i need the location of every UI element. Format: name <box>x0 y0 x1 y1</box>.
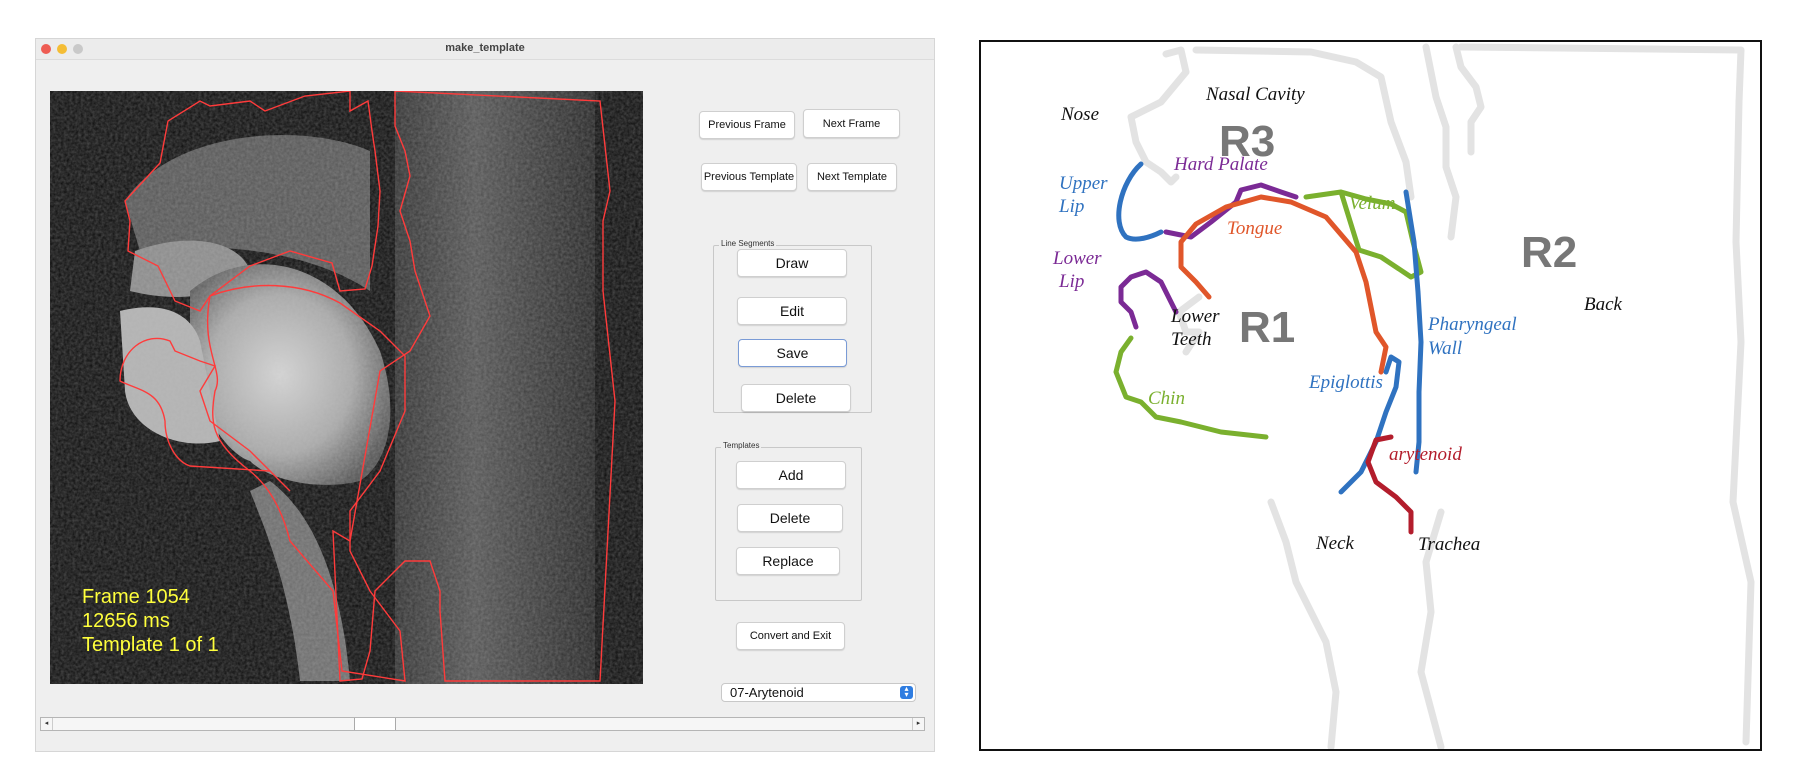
label-nasal-cavity: Nasal Cavity <box>1205 84 1305 105</box>
templates-label: Templates <box>721 441 762 450</box>
region-r2: R2 <box>1521 228 1577 277</box>
line-segments-label: Line Segments <box>719 239 777 248</box>
label-neck: Neck <box>1315 533 1355 554</box>
title-bar: make_template <box>36 39 934 60</box>
region-r1: R1 <box>1239 303 1295 352</box>
chin-contour <box>1113 335 1269 440</box>
convert-and-exit-button[interactable]: Convert and Exit <box>736 622 845 650</box>
label-lower-teeth-2: Teeth <box>1171 329 1211 350</box>
template-index-text: Template 1 of 1 <box>82 634 219 656</box>
label-velum: Velum <box>1349 193 1395 214</box>
label-tongue: Tongue <box>1227 218 1282 239</box>
frame-info-overlay: Frame 1054 12656 ms Template 1 of 1 <box>82 585 219 657</box>
lower-lip-contour <box>1118 269 1179 330</box>
frame-scrollbar[interactable]: ◂ ▸ <box>40 717 925 731</box>
frame-time-text: 12656 ms <box>82 610 170 632</box>
label-upper-lip-2: Lip <box>1058 196 1084 217</box>
save-button[interactable]: Save <box>738 339 847 367</box>
label-nose: Nose <box>1060 104 1099 125</box>
replace-template-button[interactable]: Replace <box>736 547 840 575</box>
label-lower-teeth-1: Lower <box>1170 306 1220 327</box>
vocal-tract-diagram: R3 R2 R1 Nasal Cavity Nose Hard Palate U… <box>979 40 1762 751</box>
delete-segment-button[interactable]: Delete <box>741 384 851 412</box>
edit-button[interactable]: Edit <box>737 297 847 325</box>
label-chin: Chin <box>1148 388 1185 409</box>
frame-number-text: Frame 1054 <box>82 586 190 608</box>
next-template-button[interactable]: Next Template <box>807 163 897 191</box>
scroll-left-icon[interactable]: ◂ <box>41 718 53 730</box>
app-window: make_template Frame 1054 12656 ms Templa… <box>35 38 935 752</box>
window-title: make_template <box>445 42 525 54</box>
mri-image-view[interactable]: Frame 1054 12656 ms Template 1 of 1 <box>50 91 643 684</box>
label-epiglottis: Epiglottis <box>1308 372 1383 393</box>
pharyngeal-wall-contour <box>1403 189 1424 475</box>
label-lower-lip-2: Lip <box>1058 271 1084 292</box>
scroll-right-icon[interactable]: ▸ <box>912 718 924 730</box>
label-pharyngeal-2: Wall <box>1428 338 1462 359</box>
label-arytenoid: arytenoid <box>1389 444 1462 465</box>
delete-template-button[interactable]: Delete <box>737 504 843 532</box>
next-frame-button[interactable]: Next Frame <box>803 109 900 138</box>
add-template-button[interactable]: Add <box>736 461 846 489</box>
upper-lip-contour <box>1116 161 1164 242</box>
pharynx-top-outline <box>1452 43 1485 156</box>
label-upper-lip-1: Upper <box>1059 173 1108 194</box>
previous-template-button[interactable]: Previous Template <box>701 163 797 191</box>
label-pharyngeal-1: Pharyngeal <box>1427 314 1517 335</box>
scrollbar-thumb[interactable] <box>354 718 396 730</box>
vocal-tract-svg: R3 R2 R1 Nasal Cavity Nose Hard Palate U… <box>1052 43 1755 749</box>
draw-button[interactable]: Draw <box>737 249 847 277</box>
template-type-dropdown[interactable]: 07-Arytenoid ▴ ▾ <box>721 683 916 702</box>
label-hard-palate: Hard Palate <box>1173 154 1268 175</box>
dropdown-selected-value: 07-Arytenoid <box>730 685 804 700</box>
previous-frame-button[interactable]: Previous Frame <box>699 111 795 139</box>
updown-chevron-icon: ▴ ▾ <box>900 685 913 699</box>
velum-outline <box>1422 43 1460 241</box>
label-trachea: Trachea <box>1418 534 1480 555</box>
label-lower-lip-1: Lower <box>1052 248 1102 269</box>
label-back: Back <box>1584 294 1623 315</box>
back-outline <box>1457 43 1755 746</box>
